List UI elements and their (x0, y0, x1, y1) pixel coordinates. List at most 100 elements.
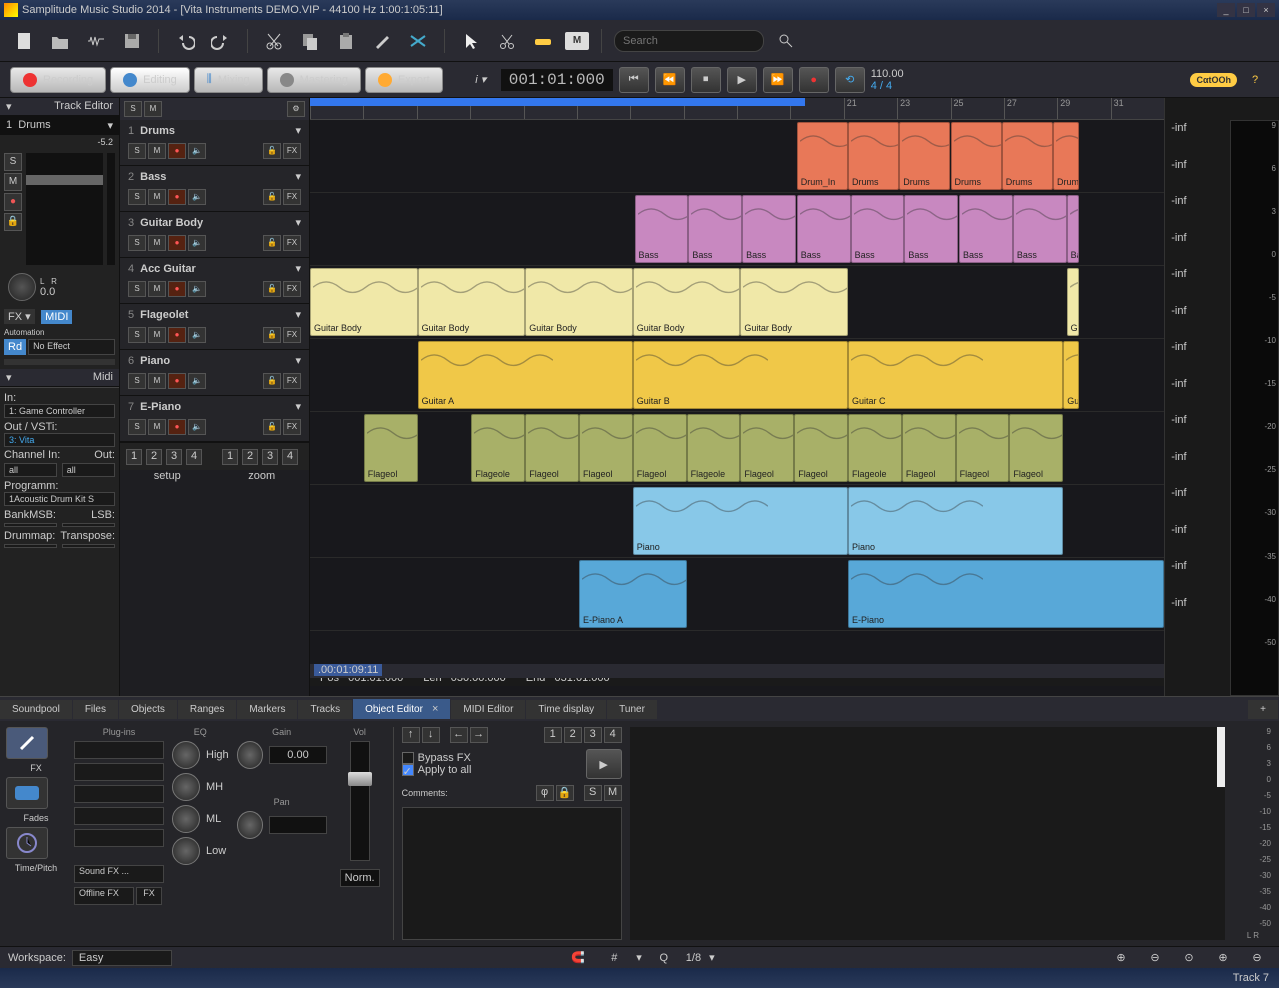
clip[interactable]: Guitar Body (740, 268, 848, 336)
plugin-slot-3[interactable] (74, 785, 164, 803)
setup-1[interactable]: 1 (126, 449, 142, 465)
clip[interactable]: Flageol (525, 414, 579, 482)
marker-bar[interactable]: .00:01:09:11 (310, 664, 1164, 678)
eq-low-knob[interactable] (172, 837, 200, 865)
solo-button[interactable]: S (4, 153, 22, 171)
clip[interactable]: Flageole (471, 414, 525, 482)
track-solo[interactable]: S (128, 281, 146, 297)
eq-high-knob[interactable] (172, 741, 200, 769)
track-solo[interactable]: S (128, 189, 146, 205)
track-lock-icon[interactable]: 🔓 (263, 235, 281, 251)
clip[interactable]: Bass (742, 195, 796, 263)
track-fx[interactable]: FX (283, 143, 301, 159)
gain-value[interactable]: 0.00 (269, 746, 326, 764)
stop-button[interactable]: ⏹ (691, 67, 721, 93)
track-mute[interactable]: M (148, 235, 166, 251)
track-mon[interactable]: 🔈 (188, 189, 206, 205)
clip[interactable]: Drum_In (797, 122, 848, 190)
forward-button[interactable]: ⏩ (763, 67, 793, 93)
rewind-button[interactable]: ⏪ (655, 67, 685, 93)
eq-mh-knob[interactable] (172, 773, 200, 801)
track-row[interactable]: 7E-Piano▾ S M ● 🔈 🔓 FX (120, 396, 309, 442)
track-mute[interactable]: M (148, 281, 166, 297)
pointer-icon[interactable] (457, 27, 485, 55)
open-file-icon[interactable] (46, 27, 74, 55)
clip[interactable]: E-Piano A (579, 560, 687, 628)
fx-toggle[interactable]: FX ▾ (4, 309, 35, 324)
split-icon[interactable] (493, 27, 521, 55)
track-solo[interactable]: S (128, 419, 146, 435)
plugin-slot-4[interactable] (74, 807, 164, 825)
setup-2[interactable]: 2 (146, 449, 162, 465)
track-mon[interactable]: 🔈 (188, 235, 206, 251)
track-solo[interactable]: S (128, 327, 146, 343)
clip[interactable]: Guitar Body (633, 268, 741, 336)
track-options-icon[interactable]: ⚙ (287, 101, 305, 117)
setup-4[interactable]: 4 (186, 449, 202, 465)
track-row[interactable]: 6Piano▾ S M ● 🔈 🔓 FX (120, 350, 309, 396)
add-tab-button[interactable]: + (1248, 700, 1278, 719)
copy-icon[interactable] (296, 27, 324, 55)
track-lock-icon[interactable]: 🔓 (263, 373, 281, 389)
ch-out-select[interactable]: all (62, 463, 115, 477)
track-lock-icon[interactable]: 🔓 (263, 189, 281, 205)
transpose-select[interactable] (62, 544, 115, 548)
clip[interactable]: Drums (848, 122, 899, 190)
mastering-mode-button[interactable]: Mastering (267, 67, 361, 93)
track-row[interactable]: 2Bass▾ S M ● 🔈 🔓 FX (120, 166, 309, 212)
track-solo[interactable]: S (128, 143, 146, 159)
catooh-logo[interactable]: CαtOOh (1190, 73, 1237, 87)
clip[interactable]: Flageol (902, 414, 956, 482)
clip[interactable]: Ba (1067, 195, 1079, 263)
clip[interactable]: Bass (635, 195, 689, 263)
pan-knob-obj[interactable] (237, 811, 264, 839)
magnet-icon[interactable]: 🧲 (564, 944, 592, 972)
track-lane[interactable]: E-Piano A E-Piano (310, 558, 1164, 631)
fades-tab-button[interactable] (6, 777, 48, 809)
selected-track-name[interactable]: Drums (18, 119, 50, 131)
plugin-slot-5[interactable] (74, 829, 164, 847)
midi-in-select[interactable]: 1: Game Controller (4, 404, 115, 418)
track-mute[interactable]: M (148, 419, 166, 435)
clip[interactable]: Flageol (794, 414, 848, 482)
obj-solo[interactable]: S (584, 785, 602, 801)
recording-mode-button[interactable]: Recording (10, 67, 106, 93)
export-mode-button[interactable]: Export (365, 67, 443, 93)
eq-ml-knob[interactable] (172, 805, 200, 833)
setup-3[interactable]: 3 (166, 449, 182, 465)
track-rec[interactable]: ● (168, 189, 186, 205)
zoom-1[interactable]: 1 (222, 449, 238, 465)
clip[interactable]: Flageol (364, 414, 418, 482)
new-file-icon[interactable] (10, 27, 38, 55)
help-icon[interactable]: ? (1241, 66, 1269, 94)
snap-value[interactable]: 1/8 (686, 952, 701, 964)
master-mute[interactable]: M (144, 101, 162, 117)
clip[interactable]: Bass (904, 195, 958, 263)
workspace-select[interactable]: Easy (72, 950, 172, 966)
track-row[interactable]: 1Drums▾ S M ● 🔈 🔓 FX (120, 120, 309, 166)
arrangement-view[interactable]: 135791113151719212325272931 Drum_InDrums… (310, 98, 1164, 696)
track-solo[interactable]: S (128, 373, 146, 389)
midi-out-select[interactable]: 3: Vita (4, 433, 115, 447)
pan-knob[interactable] (8, 273, 36, 301)
clip[interactable]: Guitar (1063, 341, 1078, 409)
clip[interactable]: Guitar A (418, 341, 633, 409)
tab-markers[interactable]: Markers (237, 700, 297, 719)
track-rec[interactable]: ● (168, 281, 186, 297)
clip[interactable]: E-Piano (848, 560, 1164, 628)
track-mon[interactable]: 🔈 (188, 281, 206, 297)
track-row[interactable]: 4Acc Guitar▾ S M ● 🔈 🔓 FX (120, 258, 309, 304)
loop-button[interactable]: ⟲ (835, 67, 865, 93)
crossfade-icon[interactable] (404, 27, 432, 55)
rec-button[interactable]: ● (4, 193, 22, 211)
track-lock-icon[interactable]: 🔓 (263, 419, 281, 435)
waveform-icon[interactable] (82, 27, 110, 55)
clip[interactable]: Flageole (848, 414, 902, 482)
tab-tuner[interactable]: Tuner (607, 700, 657, 719)
clip[interactable]: Bass (959, 195, 1013, 263)
clip[interactable]: Drum (1053, 122, 1079, 190)
mono-icon[interactable]: M (565, 32, 589, 50)
track-lane[interactable]: BassBassBassBassBassBassBassBassBa (310, 193, 1164, 266)
obj-mute[interactable]: M (604, 785, 622, 801)
zoom-out-h-icon[interactable]: ⊖ (1141, 944, 1169, 972)
